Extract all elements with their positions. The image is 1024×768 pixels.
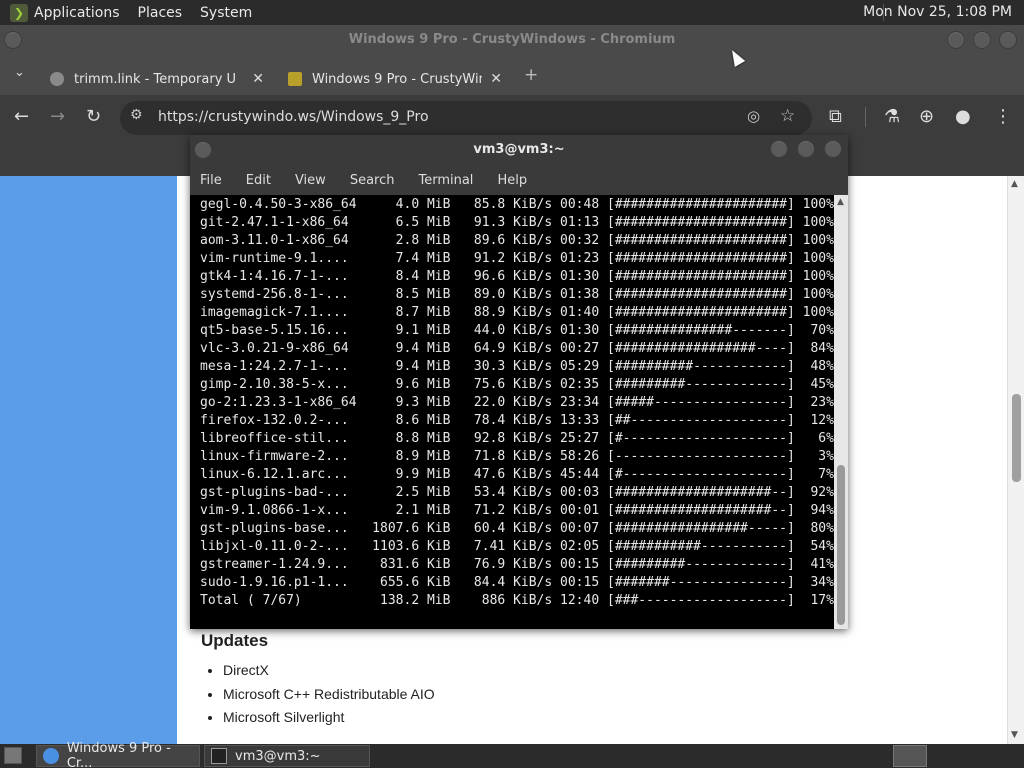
tab-bar: ⌄ trimm.link - Temporary URL ✕ Windows 9… xyxy=(0,55,1024,95)
terminal-menubar: File Edit View Search Terminal Help xyxy=(190,165,848,195)
menu-search[interactable]: Search xyxy=(350,173,409,188)
toolbar-divider xyxy=(865,107,866,127)
tab-close-icon[interactable]: ✕ xyxy=(490,71,502,87)
taskbar-label: Windows 9 Pro - Cr... xyxy=(66,741,171,768)
show-desktop-icon[interactable] xyxy=(4,747,22,764)
forward-arrow-icon[interactable]: → xyxy=(50,106,65,128)
terminal-titlebar[interactable]: vm3@vm3:~ xyxy=(190,135,848,165)
terminal-line: Total ( 7/67) 138.2 MiB 886 KiB/s 12:40 … xyxy=(200,593,834,608)
workspace-switcher[interactable] xyxy=(893,745,927,767)
terminal-line: aom-3.11.0-1-x86_64 2.8 MiB 89.6 KiB/s 0… xyxy=(200,233,834,248)
profile-icon[interactable]: ● xyxy=(955,106,971,128)
top-panel: ❯ Applications Places System Mon Nov 25,… xyxy=(0,0,1024,25)
terminal-line: systemd-256.8-1-... 8.5 MiB 89.0 KiB/s 0… xyxy=(200,287,834,302)
terminal-line: gstreamer-1.24.9... 831.6 KiB 76.9 KiB/s… xyxy=(200,557,834,572)
menu-system[interactable]: System xyxy=(200,5,252,21)
terminal-line: gst-plugins-bad-... 2.5 MiB 53.4 KiB/s 0… xyxy=(200,485,834,500)
menu-terminal[interactable]: Terminal xyxy=(418,173,487,188)
chromium-titlebar[interactable]: Windows 9 Pro - CrustyWindows - Chromium xyxy=(0,25,1024,55)
menu-edit[interactable]: Edit xyxy=(246,173,285,188)
terminal-line: go-2:1.23.3-1-x86_64 9.3 MiB 22.0 KiB/s … xyxy=(200,395,834,410)
list-item[interactable]: Microsoft Silverlight xyxy=(223,709,435,733)
labs-flask-icon[interactable]: ⚗ xyxy=(884,106,900,128)
terminal-line: linux-firmware-2... 8.9 MiB 71.8 KiB/s 5… xyxy=(200,449,834,464)
scroll-up-icon[interactable]: ▲ xyxy=(837,197,844,207)
new-tab-plus-icon[interactable]: + xyxy=(524,65,538,85)
minimize-button[interactable] xyxy=(947,31,965,49)
chromium-icon xyxy=(43,748,59,764)
list-item[interactable]: Microsoft C++ Redistributable AIO xyxy=(223,686,435,710)
scroll-down-icon[interactable]: ▼ xyxy=(1011,730,1018,740)
terminal-line: linux-6.12.1.arc... 9.9 MiB 47.6 KiB/s 4… xyxy=(200,467,834,482)
terminal-line: vim-9.1.0866-1-x... 2.1 MiB 71.2 KiB/s 0… xyxy=(200,503,834,518)
site-favicon-icon xyxy=(288,72,302,86)
minimize-button[interactable] xyxy=(770,140,788,158)
url-text[interactable]: https://crustywindo.ws/Windows_9_Pro xyxy=(158,109,429,125)
page-sidebar xyxy=(0,176,177,744)
download-icon[interactable]: ⊕ xyxy=(919,106,934,128)
terminal-line: git-2.47.1-1-x86_64 6.5 MiB 91.3 KiB/s 0… xyxy=(200,215,834,230)
terminal-line: gtk4-1:4.16.7-1-... 8.4 MiB 96.6 KiB/s 0… xyxy=(200,269,834,284)
tab-windows-9-pro[interactable]: Windows 9 Pro - CrustyWind ✕ xyxy=(288,63,502,95)
panel-clock[interactable]: Mon Nov 25, 1:08 PM xyxy=(863,4,1012,20)
terminal-line: imagemagick-7.1.... 8.7 MiB 88.9 KiB/s 0… xyxy=(200,305,834,320)
menu-view[interactable]: View xyxy=(295,173,340,188)
terminal-output[interactable]: gegl-0.4.50-3-x86_64 4.0 MiB 85.8 KiB/s … xyxy=(190,195,834,629)
close-button[interactable] xyxy=(824,140,842,158)
address-bar[interactable]: ⚙ https://crustywindo.ws/Windows_9_Pro ◎… xyxy=(120,101,812,135)
menu-places[interactable]: Places xyxy=(138,5,183,21)
globe-icon xyxy=(50,72,64,86)
updates-list: DirectX Microsoft C++ Redistributable AI… xyxy=(223,662,435,733)
menu-file[interactable]: File xyxy=(200,173,236,188)
scroll-up-icon[interactable]: ▲ xyxy=(1011,179,1018,189)
terminal-line: firefox-132.0.2-... 8.6 MiB 78.4 KiB/s 1… xyxy=(200,413,834,428)
terminal-line: gegl-0.4.50-3-x86_64 4.0 MiB 85.8 KiB/s … xyxy=(200,197,834,212)
tab-close-icon[interactable]: ✕ xyxy=(252,71,264,87)
terminal-line: vim-runtime-9.1.... 7.4 MiB 91.2 KiB/s 0… xyxy=(200,251,834,266)
terminal-line: libjxl-0.11.0-2-... 1103.6 KiB 7.41 KiB/… xyxy=(200,539,834,554)
window-menu-icon[interactable] xyxy=(4,31,22,49)
terminal-line: sudo-1.9.16.p1-1... 655.6 KiB 84.4 KiB/s… xyxy=(200,575,834,590)
terminal-scrollbar[interactable]: ▲ xyxy=(834,195,848,629)
terminal-window[interactable]: vm3@vm3:~ File Edit View Search Terminal… xyxy=(190,135,848,629)
terminal-line: gimp-2.10.38-5-x... 9.6 MiB 75.6 KiB/s 0… xyxy=(200,377,834,392)
tab-search-chevron-icon[interactable]: ⌄ xyxy=(14,65,25,80)
taskbar-item-terminal[interactable]: vm3@vm3:~ xyxy=(204,745,370,767)
menu-help[interactable]: Help xyxy=(497,173,541,188)
maximize-button[interactable] xyxy=(973,31,991,49)
terminal-line: mesa-1:24.2.7-1-... 9.4 MiB 30.3 KiB/s 0… xyxy=(200,359,834,374)
scrollbar-thumb[interactable] xyxy=(837,465,845,625)
bookmark-star-icon[interactable]: ☆ xyxy=(780,106,795,126)
taskbar-item-chromium[interactable]: Windows 9 Pro - Cr... xyxy=(36,741,200,768)
distro-logo-icon[interactable]: ❯ xyxy=(10,3,28,22)
close-button[interactable] xyxy=(999,31,1017,49)
terminal-icon xyxy=(211,748,227,764)
window-menu-icon[interactable] xyxy=(194,141,212,159)
window-title: Windows 9 Pro - CrustyWindows - Chromium xyxy=(348,32,676,47)
bottom-taskbar: Windows 9 Pro - Cr... vm3@vm3:~ xyxy=(0,741,1024,768)
terminal-line: gst-plugins-base... 1807.6 KiB 60.4 KiB/… xyxy=(200,521,834,536)
terminal-line: libreoffice-stil... 8.8 MiB 92.8 KiB/s 2… xyxy=(200,431,834,446)
tab-trimm-link[interactable]: trimm.link - Temporary URL ✕ xyxy=(50,63,264,95)
page-scrollbar[interactable]: ▲ ▼ xyxy=(1007,176,1024,744)
menu-applications[interactable]: Applications xyxy=(34,5,120,21)
maximize-button[interactable] xyxy=(797,140,815,158)
browser-toolbar: ← → ↻ ⚙ https://crustywindo.ws/Windows_9… xyxy=(0,95,1024,140)
list-item[interactable]: DirectX xyxy=(223,662,435,686)
tab-label: trimm.link - Temporary URL xyxy=(74,71,236,87)
back-arrow-icon[interactable]: ← xyxy=(14,106,29,128)
kebab-menu-icon[interactable]: ⋮ xyxy=(994,106,1012,128)
taskbar-label: vm3@vm3:~ xyxy=(235,748,321,764)
extensions-puzzle-icon[interactable]: ⧉ xyxy=(829,106,842,128)
updates-heading: Updates xyxy=(201,631,269,650)
scrollbar-thumb[interactable] xyxy=(1012,394,1021,482)
terminal-line: vlc-3.0.21-9-x86_64 9.4 MiB 64.9 KiB/s 0… xyxy=(200,341,834,356)
eye-hidden-icon[interactable]: ◎ xyxy=(747,107,760,125)
terminal-title: vm3@vm3:~ xyxy=(473,142,565,157)
terminal-line: qt5-base-5.15.16... 9.1 MiB 44.0 KiB/s 0… xyxy=(200,323,834,338)
tab-label: Windows 9 Pro - CrustyWind xyxy=(312,71,482,87)
site-info-icon[interactable]: ⚙ xyxy=(130,107,143,123)
reload-icon[interactable]: ↻ xyxy=(86,106,101,128)
